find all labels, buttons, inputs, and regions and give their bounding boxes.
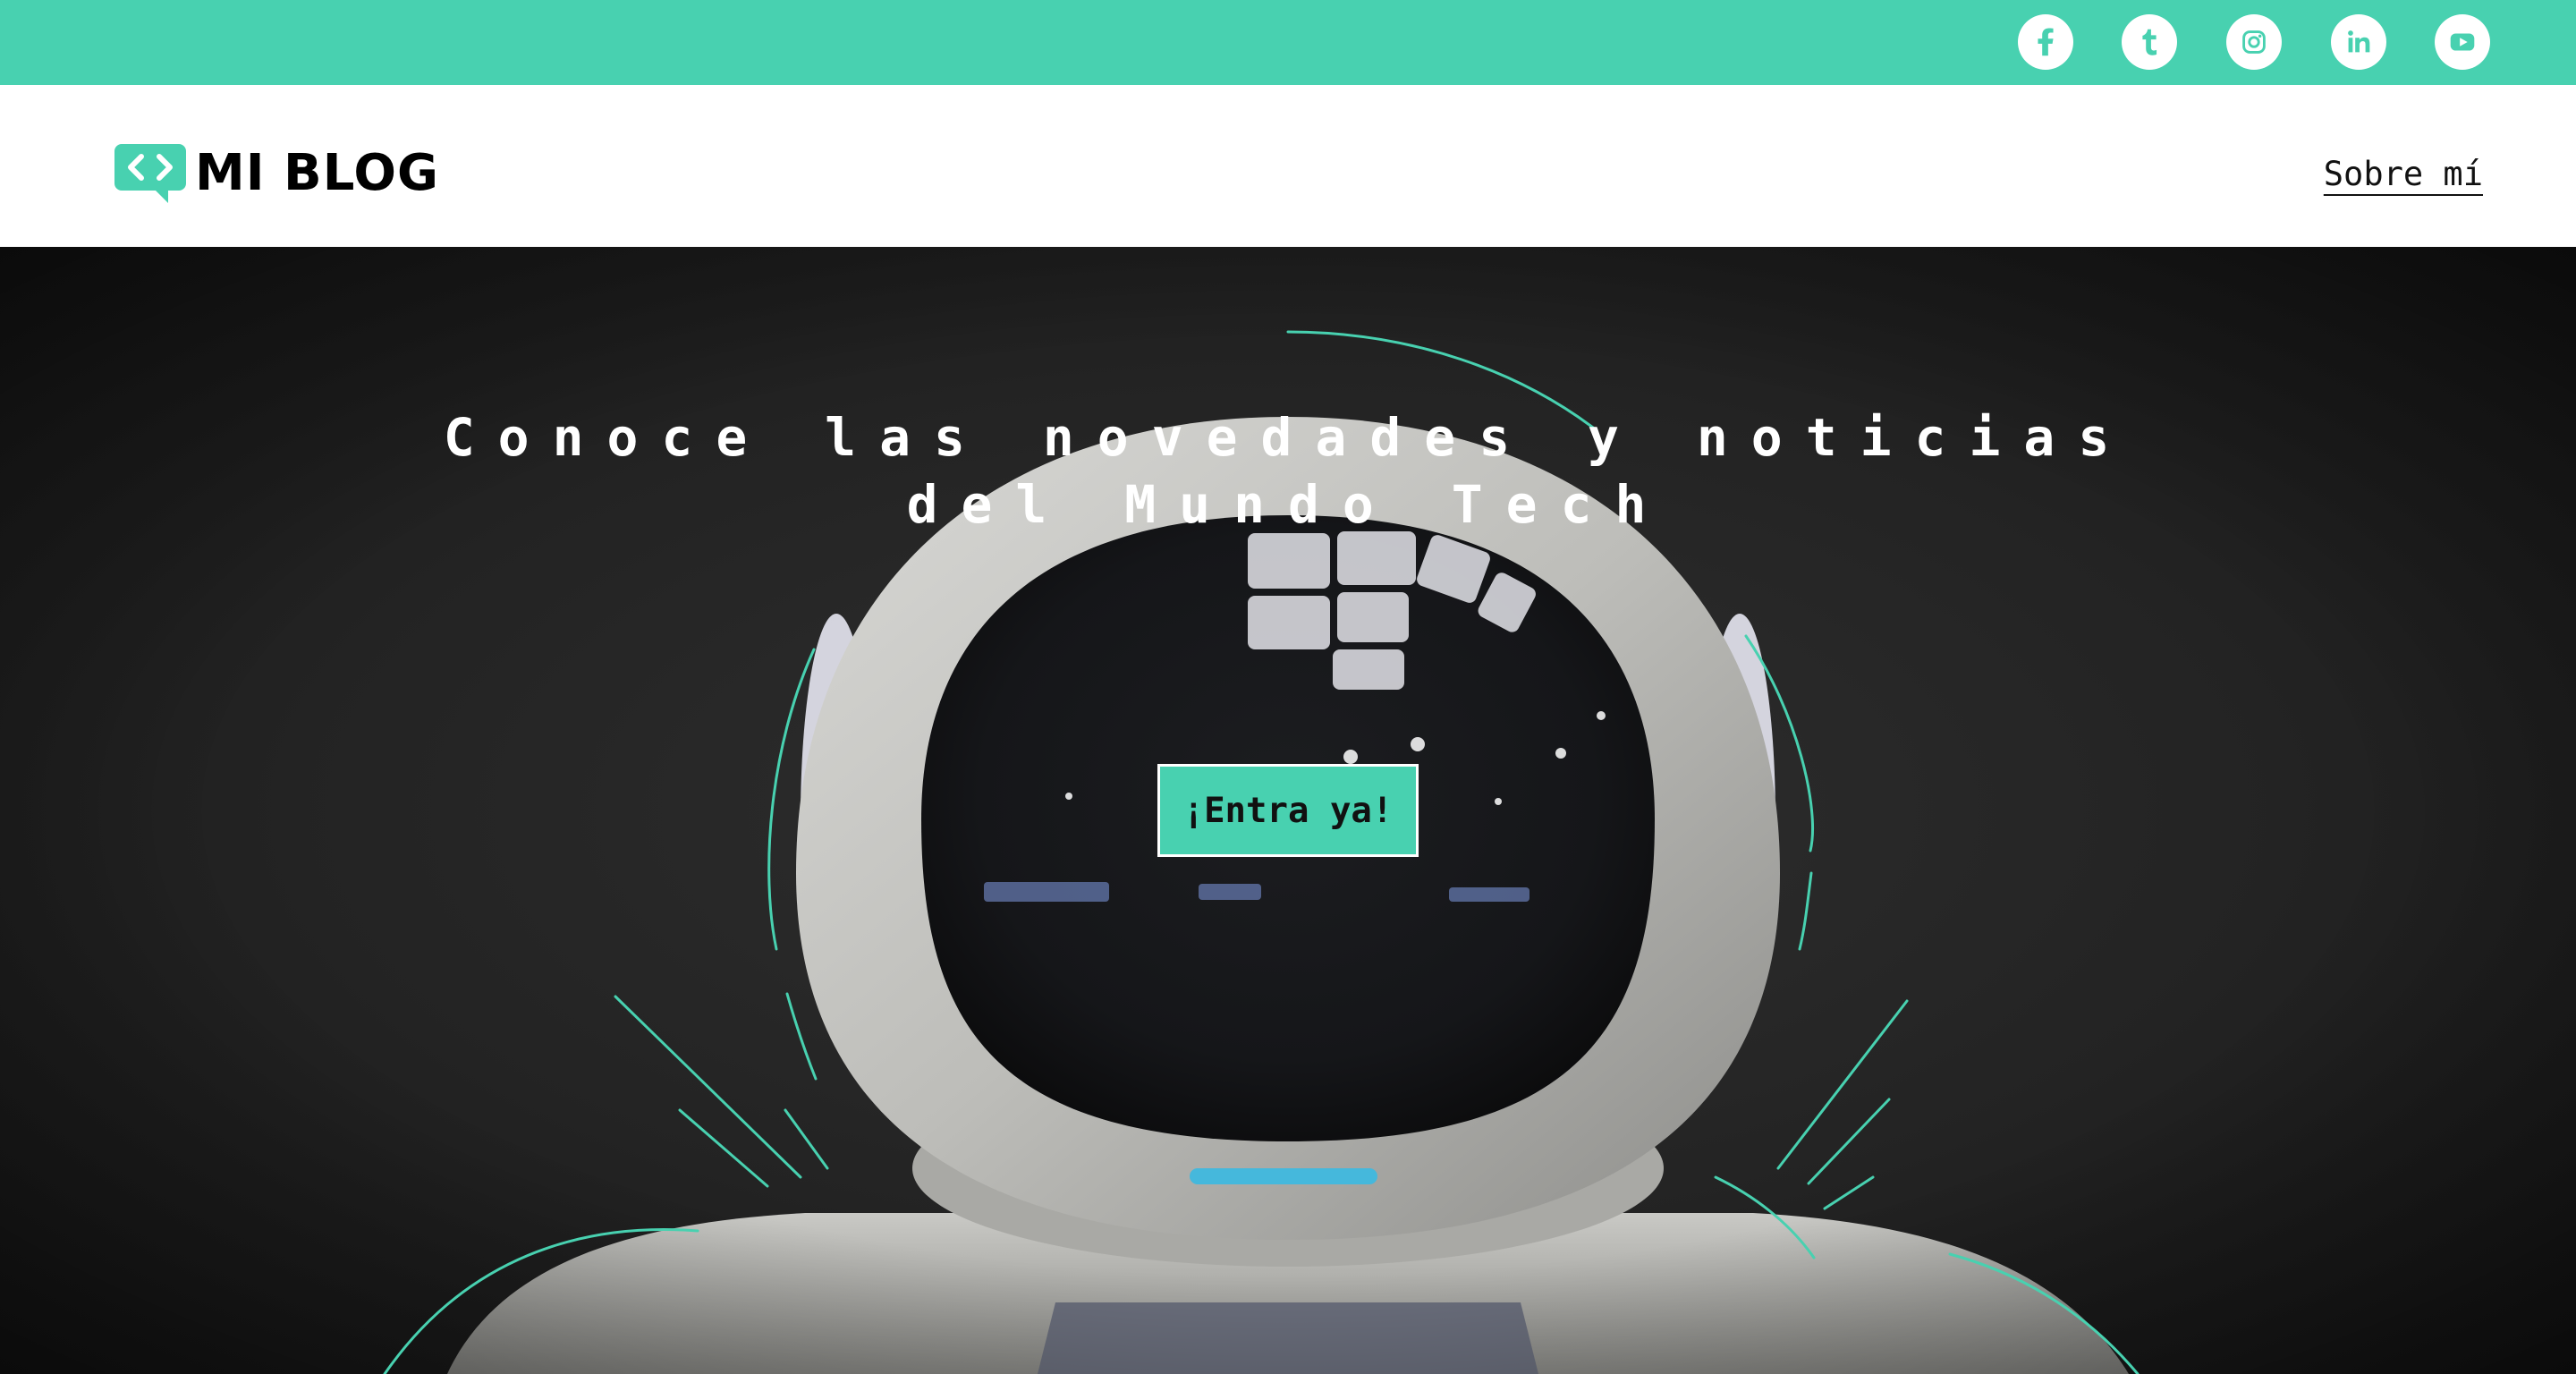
linkedin-icon[interactable] (2331, 14, 2386, 70)
site-logo[interactable]: MI BLOG (114, 144, 439, 203)
site-header: MI BLOG Sobre mí (0, 85, 2576, 247)
tumblr-icon[interactable] (2122, 14, 2177, 70)
cta-button[interactable]: ¡Entra ya! (1157, 764, 1419, 857)
social-bar (0, 0, 2576, 85)
hero-title: Conoce las novedades y noticias del Mund… (394, 404, 2182, 539)
facebook-icon[interactable] (2018, 14, 2073, 70)
hero-title-line-1: Conoce las novedades y noticias (443, 407, 2133, 468)
instagram-icon[interactable] (2226, 14, 2282, 70)
hero-section: Conoce las novedades y noticias del Mund… (0, 247, 2576, 1374)
nav-link-about[interactable]: Sobre mí (2324, 155, 2483, 193)
youtube-icon[interactable] (2435, 14, 2490, 70)
code-chat-bubble-icon (114, 144, 186, 203)
logo-text: MI BLOG (195, 144, 439, 202)
hero-title-line-2: del Mundo Tech (906, 474, 1670, 535)
